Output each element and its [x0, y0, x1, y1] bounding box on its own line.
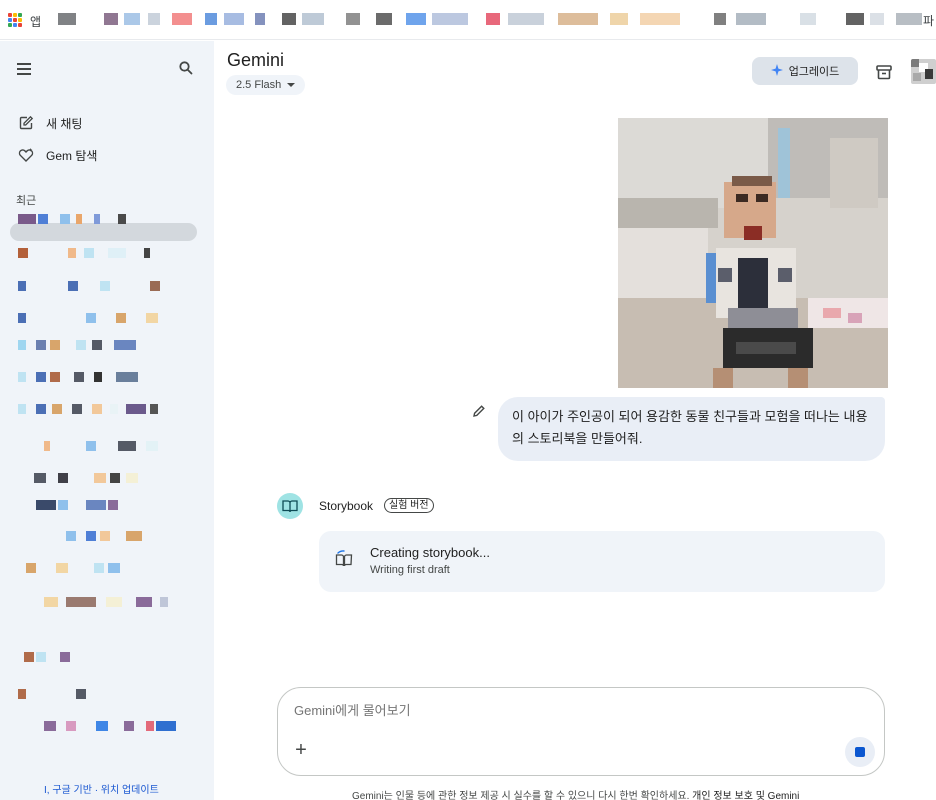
bookmark-item[interactable]	[205, 13, 217, 25]
menu-icon[interactable]	[17, 63, 31, 75]
bookmark-item[interactable]	[282, 13, 296, 25]
recent-chat-item[interactable]	[16, 652, 196, 664]
storybook-status-title: Creating storybook...	[370, 545, 490, 560]
recent-chat-item[interactable]	[16, 214, 196, 226]
search-icon[interactable]	[178, 60, 194, 76]
bookmark-item[interactable]	[610, 13, 628, 25]
recent-chat-item[interactable]	[16, 473, 196, 485]
archive-box-icon[interactable]	[875, 63, 893, 81]
app-title: Gemini	[227, 50, 285, 70]
stop-generating-button[interactable]	[845, 737, 875, 767]
bookmark-item[interactable]	[558, 13, 598, 25]
explore-gems-button[interactable]: Gem 탐색	[18, 144, 97, 166]
gem-heart-icon	[18, 148, 34, 162]
recent-chat-item[interactable]	[16, 340, 196, 352]
edit-square-icon	[19, 115, 34, 130]
model-selector[interactable]: 2.5 Flash	[226, 75, 306, 95]
pencil-icon[interactable]	[472, 404, 486, 418]
bookmark-item[interactable]	[302, 13, 324, 25]
bookmark-item[interactable]	[736, 13, 766, 25]
disclaimer: Gemini는 인물 등에 관한 정보 제공 시 실수를 할 수 있으니 다시 …	[352, 787, 799, 800]
recent-chat-item[interactable]	[16, 563, 196, 575]
prompt-box: +	[277, 687, 885, 776]
upgrade-button[interactable]: 업그레이드	[752, 57, 858, 85]
bookmark-item[interactable]	[124, 13, 140, 25]
bookmark-item[interactable]	[376, 13, 392, 25]
prompt-input[interactable]	[294, 703, 794, 718]
storybook-progress-card[interactable]: Creating storybook... Writing first draf…	[319, 531, 885, 592]
storybook-gem-avatar	[277, 493, 303, 519]
bookmark-item[interactable]	[800, 13, 816, 25]
open-book-icon	[282, 500, 298, 513]
disclaimer-text: Gemini는 인물 등에 관한 정보 제공 시 실수를 할 수 있으니 다시 …	[352, 791, 690, 800]
caret-down-icon	[287, 83, 296, 87]
recent-heading: 최근	[16, 195, 37, 207]
book-loading-icon	[335, 550, 353, 567]
bookmark-item[interactable]	[896, 13, 922, 25]
storybook-status-subtitle: Writing first draft	[370, 564, 450, 576]
new-chat-button[interactable]: 새 채팅	[18, 112, 82, 134]
sidebar: 새 채팅 Gem 탐색 최근 I, 구글 기반 · 위치 업데이트	[0, 41, 214, 800]
bookmark-overflow[interactable]: 파	[923, 12, 934, 29]
bookmark-item[interactable]	[508, 13, 544, 25]
experimental-badge: 실험 버전	[384, 498, 434, 513]
uploaded-photo[interactable]	[618, 118, 888, 388]
location-footer[interactable]: I, 구글 기반 · 위치 업데이트	[44, 781, 159, 796]
bookmark-item[interactable]	[346, 13, 360, 25]
apps-grid-icon[interactable]	[8, 13, 22, 27]
bookmark-item[interactable]	[640, 13, 680, 25]
bookmark-item[interactable]	[58, 13, 76, 25]
bookmark-item[interactable]	[714, 13, 726, 25]
recent-chat-item[interactable]	[16, 281, 196, 293]
stop-icon	[855, 747, 865, 757]
bookmarks-bar: 앱 파	[0, 0, 936, 40]
recent-chat-item[interactable]	[16, 531, 196, 543]
avatar[interactable]	[911, 59, 936, 84]
bookmark-item[interactable]	[104, 13, 118, 25]
recent-chat-item[interactable]	[16, 404, 196, 416]
sparkle-icon	[770, 63, 783, 79]
bookmark-item[interactable]	[172, 13, 192, 25]
model-label: 2.5 Flash	[236, 79, 282, 91]
explore-gems-label: Gem 탐색	[46, 148, 98, 163]
bookmark-item[interactable]	[846, 13, 864, 25]
bookmark-item[interactable]	[406, 13, 426, 25]
gem-name: Storybook	[319, 499, 374, 513]
recent-chat-item[interactable]	[16, 313, 196, 325]
bookmark-item[interactable]	[224, 13, 244, 25]
bookmark-item[interactable]	[432, 13, 468, 25]
recent-chat-item[interactable]	[16, 597, 196, 609]
add-attachment-icon[interactable]: +	[292, 740, 310, 760]
recent-chat-item[interactable]	[16, 689, 196, 701]
new-chat-label: 새 채팅	[46, 116, 83, 131]
recent-chat-item[interactable]	[16, 721, 196, 733]
user-message: 이 아이가 주인공이 되어 용감한 동물 친구들과 모험을 떠나는 내용의 스토…	[498, 397, 885, 461]
recent-chat-item[interactable]	[16, 500, 196, 512]
recent-chat-item[interactable]	[16, 248, 196, 260]
privacy-link[interactable]: 개인 정보 보호 및 Gemini	[692, 791, 799, 800]
apps-label[interactable]: 앱	[30, 13, 41, 30]
bookmark-item[interactable]	[870, 13, 884, 25]
bookmark-item[interactable]	[255, 13, 265, 25]
recent-chat-item[interactable]	[16, 441, 196, 453]
recent-chat-item[interactable]	[16, 372, 196, 384]
bookmark-item[interactable]	[148, 13, 160, 25]
upgrade-label: 업그레이드	[788, 66, 840, 78]
bookmark-item[interactable]	[486, 13, 500, 25]
